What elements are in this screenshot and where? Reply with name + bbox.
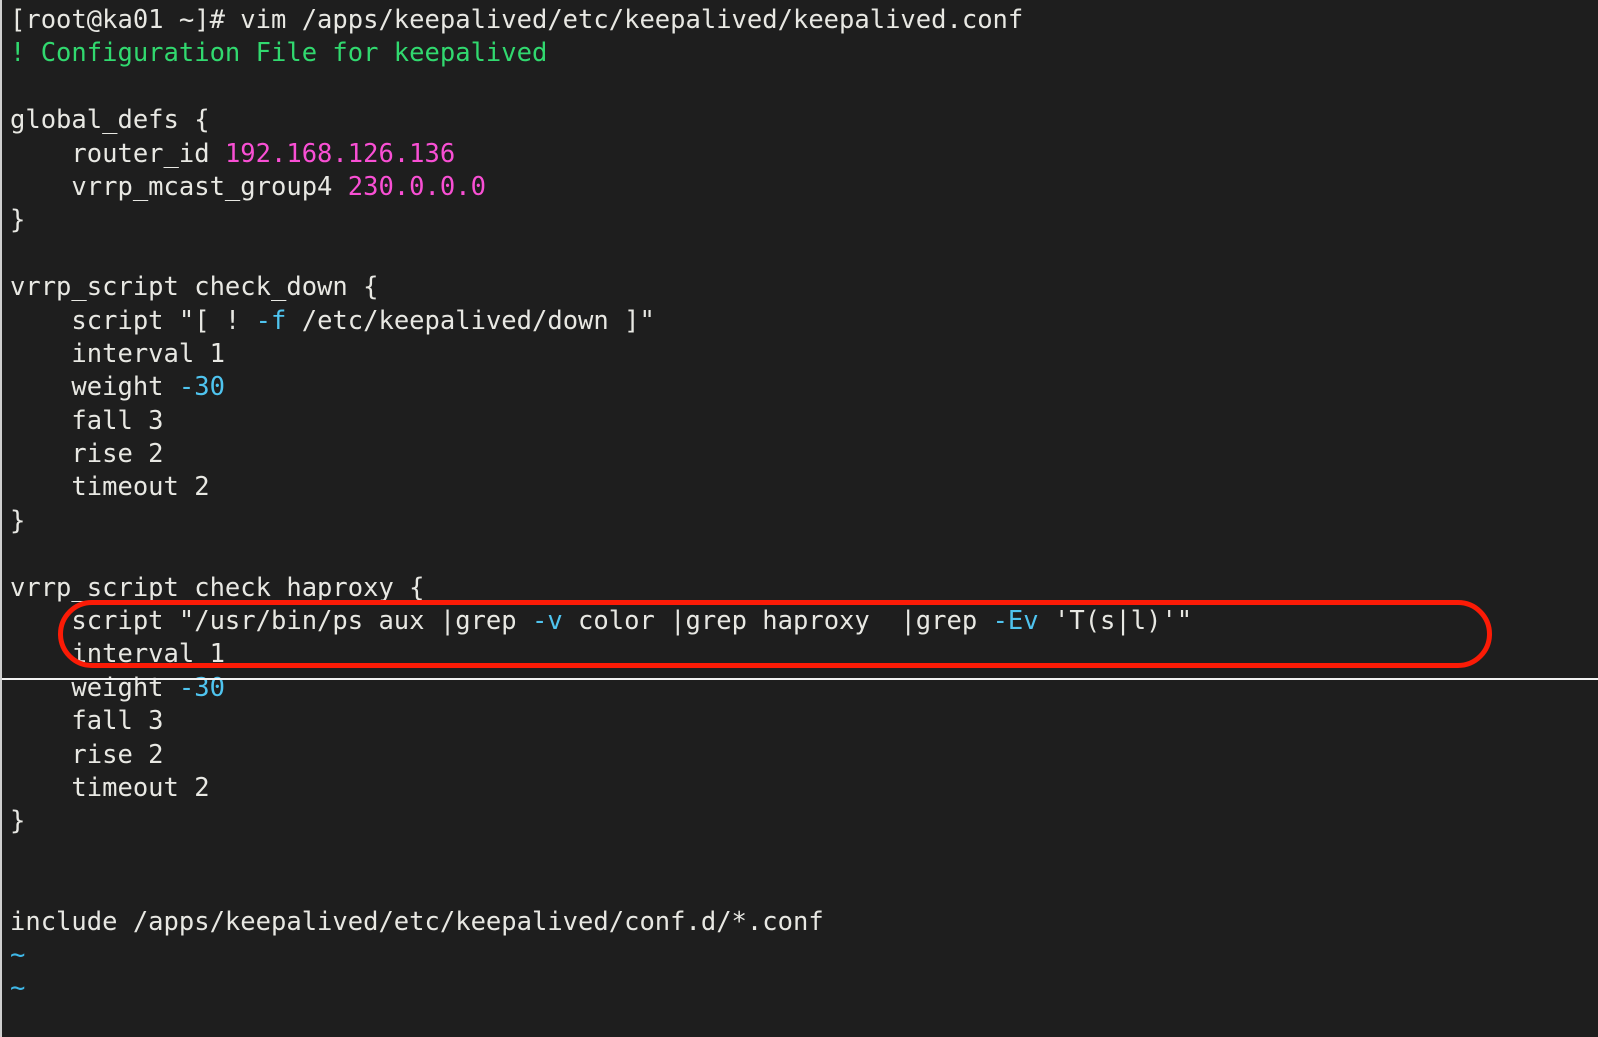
code-token: include /apps/keepalived/etc/keepalived/… — [10, 906, 824, 937]
code-token: fall 3 — [10, 405, 164, 436]
editor-line[interactable]: vrrp_script check_down { — [10, 271, 1192, 304]
editor-line[interactable]: ! Configuration File for keepalived — [10, 37, 1192, 70]
editor-line[interactable]: vrrp_script check_haproxy { — [10, 572, 1192, 605]
code-token: interval 1 — [10, 338, 225, 369]
code-token: -v — [531, 606, 563, 637]
code-token: /etc/keepalived/down ]" — [286, 305, 655, 336]
editor-line[interactable]: interval 1 — [10, 638, 1192, 671]
code-token: global_defs { — [10, 105, 210, 136]
code-token: 230.0.0.0 — [347, 171, 486, 202]
code-token: } — [10, 205, 26, 236]
code-token: } — [10, 505, 26, 536]
editor-line[interactable] — [10, 872, 1192, 905]
code-token: timeout 2 — [10, 772, 210, 803]
editor-line[interactable] — [10, 238, 1192, 271]
code-token: } — [10, 806, 26, 837]
editor-line[interactable]: include /apps/keepalived/etc/keepalived/… — [10, 906, 1192, 939]
code-token: color |grep haproxy |grep — [562, 606, 993, 637]
terminal-window: [root@ka01 ~]# vim /apps/keepalived/etc/… — [0, 0, 1598, 1037]
code-token: ! Configuration File for keepalived — [10, 38, 548, 69]
code-token: router_id — [10, 138, 225, 169]
editor-line[interactable]: fall 3 — [10, 405, 1192, 438]
code-token: 192.168.126.136 — [224, 138, 456, 169]
code-token: fall 3 — [10, 706, 164, 737]
code-token: script "/usr/bin/ps aux |grep — [10, 606, 532, 637]
editor-line[interactable]: } — [10, 505, 1192, 538]
code-token: script "[ ! — [10, 305, 256, 336]
code-token: timeout 2 — [10, 472, 210, 503]
editor-line[interactable] — [10, 71, 1192, 104]
editor-line[interactable]: weight -30 — [10, 371, 1192, 404]
code-token: weight — [10, 372, 179, 403]
code-token: ~ — [10, 973, 26, 1004]
editor-line[interactable]: } — [10, 805, 1192, 838]
code-token: -Ev — [992, 606, 1039, 637]
code-token: interval 1 — [10, 639, 225, 670]
editor-line[interactable]: script "[ ! -f /etc/keepalived/down ]" — [10, 305, 1192, 338]
code-token: vrrp_mcast_group4 — [10, 171, 348, 202]
code-token: rise 2 — [10, 739, 164, 770]
code-token: [root@ka01 ~]# vim /apps/keepalived/etc/… — [10, 5, 1024, 35]
horizontal-separator-rule — [2, 678, 1598, 680]
editor-line[interactable]: vrrp_mcast_group4 230.0.0.0 — [10, 171, 1192, 204]
editor-line[interactable] — [10, 538, 1192, 571]
editor-line[interactable]: ~ — [10, 972, 1192, 1005]
editor-line[interactable]: timeout 2 — [10, 772, 1192, 805]
editor-buffer[interactable]: [root@ka01 ~]# vim /apps/keepalived/etc/… — [10, 4, 1192, 1006]
code-token: rise 2 — [10, 439, 164, 470]
code-token: 'T(s|l)'" — [1038, 606, 1193, 637]
editor-line[interactable]: script "/usr/bin/ps aux |grep -v color |… — [10, 605, 1192, 638]
editor-line[interactable]: global_defs { — [10, 104, 1192, 137]
code-token: vrrp_script check_haproxy { — [10, 572, 425, 603]
editor-line[interactable]: ~ — [10, 939, 1192, 972]
code-token: -30 — [178, 372, 225, 403]
editor-line[interactable]: rise 2 — [10, 438, 1192, 471]
editor-line[interactable]: timeout 2 — [10, 471, 1192, 504]
editor-line[interactable]: interval 1 — [10, 338, 1192, 371]
editor-line[interactable]: } — [10, 204, 1192, 237]
code-token: vrrp_script check_down { — [10, 272, 379, 303]
editor-line[interactable]: fall 3 — [10, 705, 1192, 738]
code-token: -f — [255, 305, 287, 336]
editor-line[interactable]: weight -30 — [10, 672, 1192, 705]
editor-line[interactable]: router_id 192.168.126.136 — [10, 138, 1192, 171]
editor-line[interactable] — [10, 839, 1192, 872]
code-token: ~ — [10, 939, 26, 970]
editor-line[interactable]: [root@ka01 ~]# vim /apps/keepalived/etc/… — [10, 4, 1192, 37]
editor-line[interactable]: rise 2 — [10, 739, 1192, 772]
